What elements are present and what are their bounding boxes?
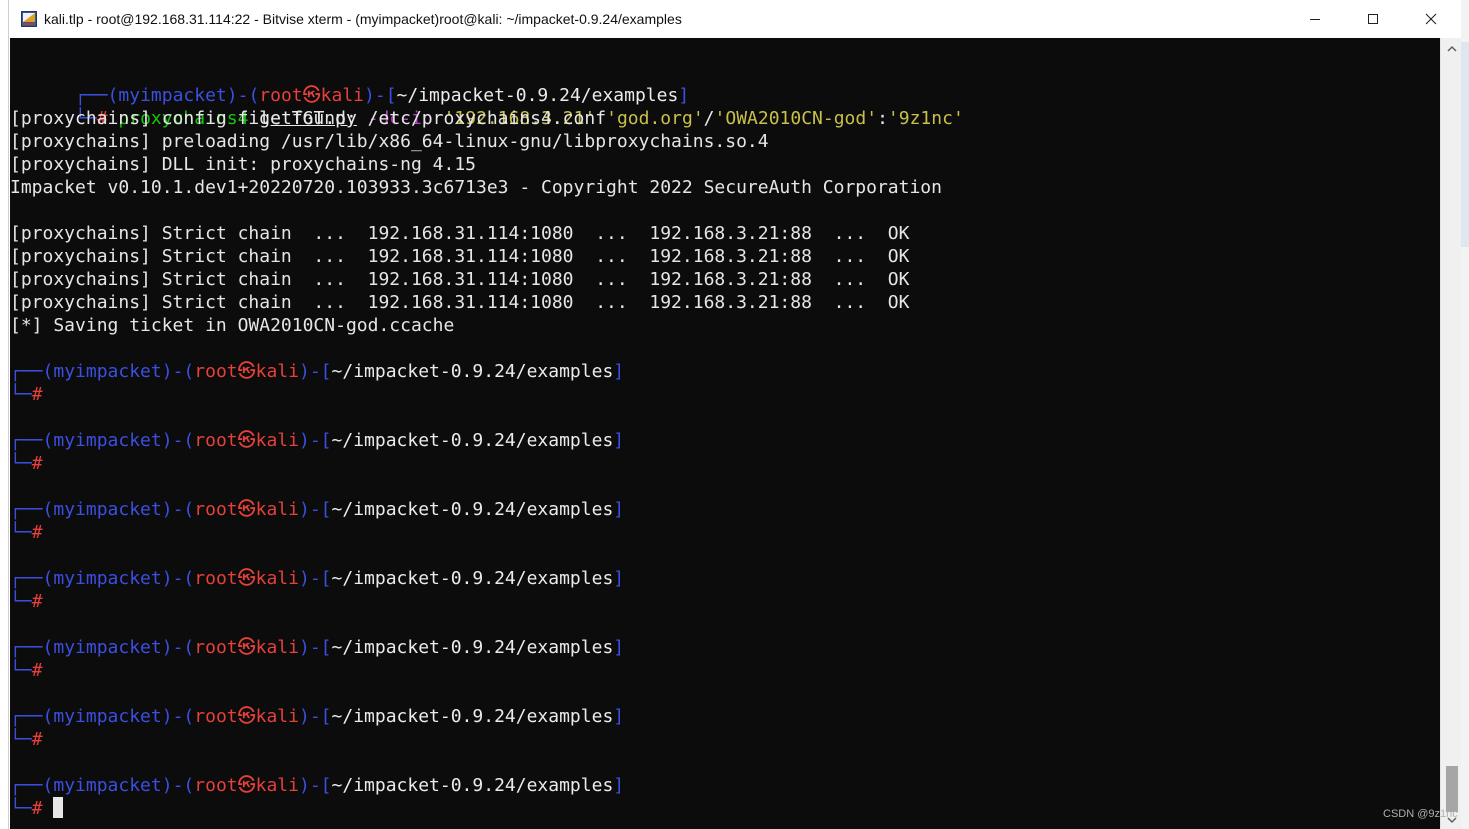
minimize-button[interactable] [1286, 0, 1344, 38]
prompt-user: root [194, 430, 238, 451]
prompt-user: root [194, 361, 238, 382]
prompt-input-line: └─# [10, 522, 43, 543]
prompt-host: kali [255, 775, 299, 796]
output-line: [proxychains] config file found: /etc/pr… [10, 108, 607, 129]
command-arg-user: 'OWA2010CN-god' [714, 108, 878, 129]
background-window-strip [1461, 42, 1469, 247]
prompt-env: myimpacket [53, 637, 162, 658]
prompt-env: myimpacket [53, 568, 162, 589]
prompt-line: ┌──(myimpacket)-(root㉿kali)-[~/impacket-… [10, 361, 625, 382]
prompt-path: ~/impacket-0.9.24/examples [331, 775, 614, 796]
watermark: CSDN @9z1nc [1383, 808, 1458, 820]
output-line: [proxychains] preloading /usr/lib/x86_64… [10, 131, 769, 152]
minimize-icon [1310, 19, 1320, 20]
prompt-path: ~/impacket-0.9.24/examples [331, 637, 614, 658]
command-arg-pass: '9z1nc' [887, 108, 964, 129]
window-title: kali.tlp - root@192.168.31.114:22 - Bitv… [44, 11, 682, 27]
prompt-line: ┌──(myimpacket)-(root㉿kali)-[~/impacket-… [75, 85, 690, 106]
prompt-env: myimpacket [53, 430, 162, 451]
output-line: [proxychains] Strict chain ... 192.168.3… [10, 269, 910, 290]
prompt-user: root [194, 637, 238, 658]
prompt-env: myimpacket [53, 706, 162, 727]
prompt-path: ~/impacket-0.9.24/examples [331, 361, 614, 382]
prompt-env: myimpacket [53, 361, 162, 382]
prompt-user: root [194, 706, 238, 727]
vertical-scrollbar[interactable] [1440, 38, 1462, 829]
prompt-line: ┌──(myimpacket)-(root㉿kali)-[~/impacket-… [10, 775, 625, 796]
prompt-path: ~/impacket-0.9.24/examples [331, 499, 614, 520]
prompt-env: myimpacket [53, 499, 162, 520]
prompt-input-line: └─# [10, 384, 43, 405]
prompt-host: kali [255, 499, 299, 520]
prompt-path: ~/impacket-0.9.24/examples [331, 568, 614, 589]
terminal-window: kali.tlp - root@192.168.31.114:22 - Bitv… [8, 0, 1462, 829]
maximize-button[interactable] [1344, 0, 1402, 38]
title-bar[interactable]: kali.tlp - root@192.168.31.114:22 - Bitv… [9, 0, 1462, 38]
output-line: Impacket v0.10.1.dev1+20220720.103933.3c… [10, 177, 942, 198]
prompt-host: kali [255, 706, 299, 727]
close-icon [1425, 13, 1437, 25]
prompt-line: ┌──(myimpacket)-(root㉿kali)-[~/impacket-… [10, 706, 625, 727]
prompt-user: root [194, 775, 238, 796]
scroll-up-button[interactable] [1441, 40, 1463, 58]
prompt-line: ┌──(myimpacket)-(root㉿kali)-[~/impacket-… [10, 499, 625, 520]
prompt-host: kali [255, 637, 299, 658]
prompt-user: root [194, 568, 238, 589]
prompt-input-line: └─# [10, 660, 43, 681]
output-line: [*] Saving ticket in OWA2010CN-god.ccach… [10, 315, 455, 336]
prompt-input-line: └─# [10, 453, 43, 474]
command-line: └─# proxychains4 getTGT.py -dc-ip '192.1… [75, 108, 964, 129]
chevron-up-icon [1447, 45, 1457, 52]
prompt-input-line: └─# [10, 797, 64, 820]
prompt-line: ┌──(myimpacket)-(root㉿kali)-[~/impacket-… [10, 637, 625, 658]
prompt-host: kali [255, 361, 299, 382]
scrollbar-thumb[interactable] [1446, 766, 1458, 812]
background-window-edge [1461, 0, 1469, 829]
prompt-host: kali [255, 430, 299, 451]
terminal-screen[interactable]: ┌──(myimpacket)-(root㉿kali)-[~/impacket-… [10, 38, 1440, 829]
prompt-path: ~/impacket-0.9.24/examples [331, 706, 614, 727]
maximize-icon [1368, 14, 1378, 24]
prompt-user: root [194, 499, 238, 520]
prompt-input-line: └─# [10, 591, 43, 612]
text-cursor [53, 797, 64, 818]
close-button[interactable] [1402, 0, 1460, 38]
output-line: [proxychains] Strict chain ... 192.168.3… [10, 223, 910, 244]
bitvise-terminal-icon [21, 11, 37, 27]
prompt-host: kali [255, 568, 299, 589]
prompt-path: ~/impacket-0.9.24/examples [331, 430, 614, 451]
prompt-env: myimpacket [53, 775, 162, 796]
prompt-line: ┌──(myimpacket)-(root㉿kali)-[~/impacket-… [10, 430, 625, 451]
command-arg-domain: 'god.org' [606, 108, 704, 129]
prompt-line: ┌──(myimpacket)-(root㉿kali)-[~/impacket-… [10, 568, 625, 589]
output-line: [proxychains] Strict chain ... 192.168.3… [10, 246, 910, 267]
output-line: [proxychains] DLL init: proxychains-ng 4… [10, 154, 476, 175]
output-line: [proxychains] Strict chain ... 192.168.3… [10, 292, 910, 313]
prompt-input-line: └─# [10, 729, 43, 750]
